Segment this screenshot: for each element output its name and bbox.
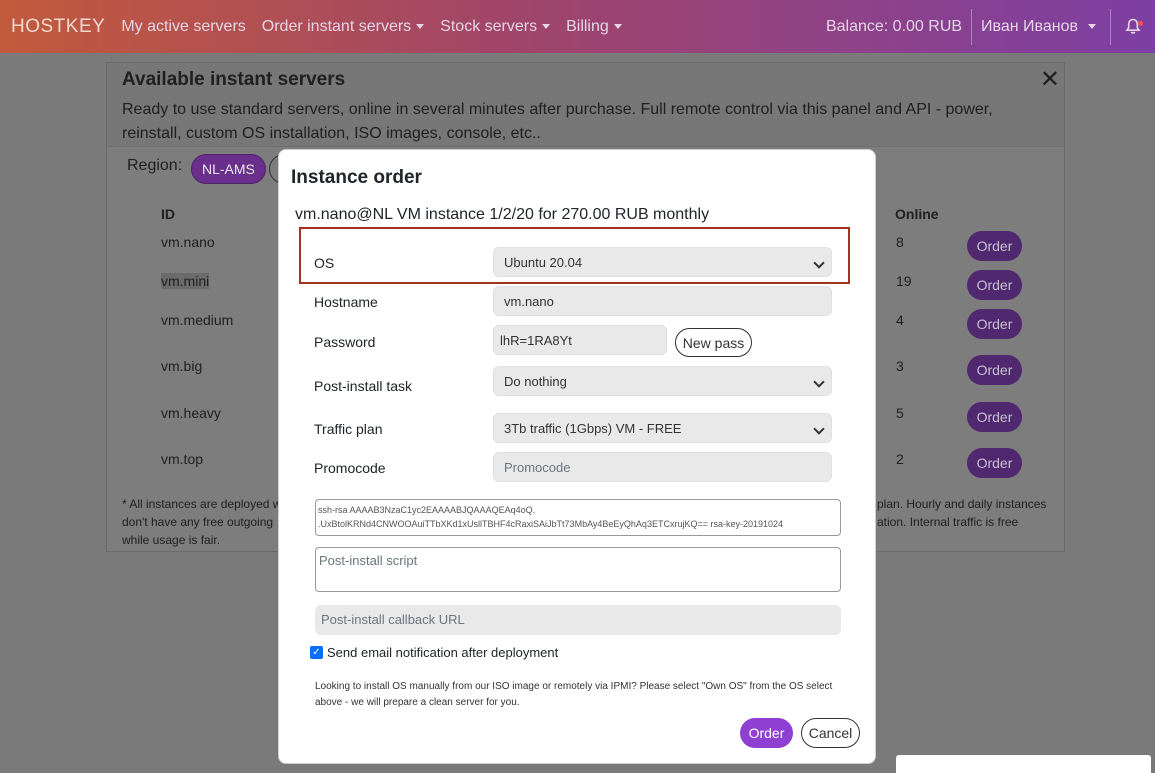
- password-input[interactable]: lhR=1RA8Yt: [493, 325, 667, 355]
- traffic-plan-select[interactable]: 3Tb traffic (1Gbps) VM - FREE: [493, 413, 832, 443]
- order-button[interactable]: Order: [967, 270, 1022, 300]
- order-button[interactable]: Order: [967, 355, 1022, 385]
- nav-my-active-servers[interactable]: My active servers: [121, 18, 245, 36]
- modal-subtitle: vm.nano@NL VM instance 1/2/20 for 270.00…: [295, 206, 710, 223]
- order-button[interactable]: Order: [967, 309, 1022, 339]
- traffic-plan-label: Traffic plan: [314, 421, 383, 437]
- table-row-id: vm.mini: [161, 273, 210, 289]
- email-notify-checkbox-row[interactable]: ✓ Send email notification after deployme…: [310, 645, 558, 660]
- hostname-label: Hostname: [314, 294, 378, 310]
- password-label: Password: [314, 334, 376, 350]
- nav-billing[interactable]: Billing: [566, 18, 622, 36]
- caret-down-icon: [1088, 24, 1096, 29]
- cancel-button[interactable]: Cancel: [801, 718, 860, 748]
- hostname-input[interactable]: vm.nano: [493, 286, 832, 316]
- table-row-online: 19: [896, 273, 912, 289]
- table-row-id: vm.medium: [161, 312, 234, 328]
- user-menu[interactable]: Иван Иванов: [972, 18, 1110, 36]
- notifications-button[interactable]: [1111, 0, 1155, 53]
- nav-label: Billing: [566, 17, 609, 35]
- table-row-id: vm.heavy: [161, 405, 221, 421]
- order-button[interactable]: Order: [967, 448, 1022, 478]
- post-install-script-textarea[interactable]: Post-install script: [315, 547, 841, 592]
- table-row-online: 5: [896, 405, 904, 421]
- table-row-online: 4: [896, 312, 904, 328]
- nav-order-instant-servers[interactable]: Order instant servers: [261, 17, 425, 36]
- post-install-task-label: Post-install task: [314, 378, 413, 394]
- corner-panel: [896, 755, 1151, 773]
- user-name: Иван Иванов: [981, 17, 1078, 35]
- instance-order-modal: Instance order vm.nano@NL VM instance 1/…: [278, 149, 876, 764]
- order-button[interactable]: Order: [967, 402, 1022, 432]
- nav-stock-servers[interactable]: Stock servers: [440, 17, 551, 36]
- new-pass-button[interactable]: New pass: [675, 328, 752, 357]
- brand-logo[interactable]: HOSTKEY: [11, 16, 105, 38]
- ssh-key-textarea[interactable]: ssh-rsa AAAAB3NzaC1yc2EAAAABJQAAAQEAq4oQ…: [315, 499, 841, 536]
- table-row-id: vm.nano: [161, 234, 215, 250]
- modal-title: Instance order: [291, 167, 422, 188]
- close-icon[interactable]: ✕: [1040, 65, 1060, 94]
- region-label: Region:: [127, 157, 183, 174]
- card-description: Ready to use standard servers, online in…: [122, 101, 993, 142]
- column-header-id: ID: [161, 206, 175, 222]
- footnote-right: plan. Hourly and daily instances ation. …: [877, 497, 1047, 529]
- caret-down-icon: [416, 24, 425, 29]
- nav-label: My active servers: [121, 17, 246, 35]
- caret-down-icon: [542, 24, 551, 29]
- own-os-note: Looking to install OS manually from our …: [315, 681, 833, 708]
- nav-right: Balance: 0.00 RUB Иван Иванов: [826, 0, 1155, 53]
- email-notify-label: Send email notification after deployment: [327, 645, 559, 660]
- table-row-online: 3: [896, 358, 904, 374]
- nav-label: Order instant servers: [261, 17, 412, 35]
- table-row-online: 2: [896, 451, 904, 467]
- table-row-id: vm.big: [161, 358, 203, 374]
- promocode-input[interactable]: Promocode: [493, 452, 832, 482]
- balance-text[interactable]: Balance: 0.00 RUB: [826, 18, 971, 36]
- caret-down-icon: [613, 24, 622, 29]
- os-label: OS: [314, 255, 335, 271]
- region-nl-ams-button[interactable]: NL-AMS: [191, 154, 266, 184]
- promocode-label: Promocode: [314, 460, 386, 476]
- card-header: Available instant servers Ready to use s…: [107, 63, 1064, 147]
- post-install-callback-input[interactable]: Post-install callback URL: [315, 605, 841, 635]
- card-title: Available instant servers: [122, 69, 346, 90]
- footnote-left: * All instances are deployed w don't hav…: [122, 497, 282, 547]
- post-install-task-select[interactable]: Do nothing: [493, 366, 832, 396]
- notification-dot: [1138, 21, 1143, 26]
- nav-label: Stock servers: [440, 17, 538, 35]
- column-header-online: Online: [895, 206, 939, 222]
- order-button[interactable]: Order: [967, 231, 1022, 261]
- os-select[interactable]: Ubuntu 20.04: [493, 247, 832, 277]
- email-notify-checkbox[interactable]: ✓: [310, 646, 323, 659]
- top-navbar: HOSTKEY My active servers Order instant …: [0, 0, 1155, 53]
- order-button[interactable]: Order: [740, 718, 793, 748]
- table-row-online: 8: [896, 234, 904, 250]
- table-row-id: vm.top: [161, 451, 204, 467]
